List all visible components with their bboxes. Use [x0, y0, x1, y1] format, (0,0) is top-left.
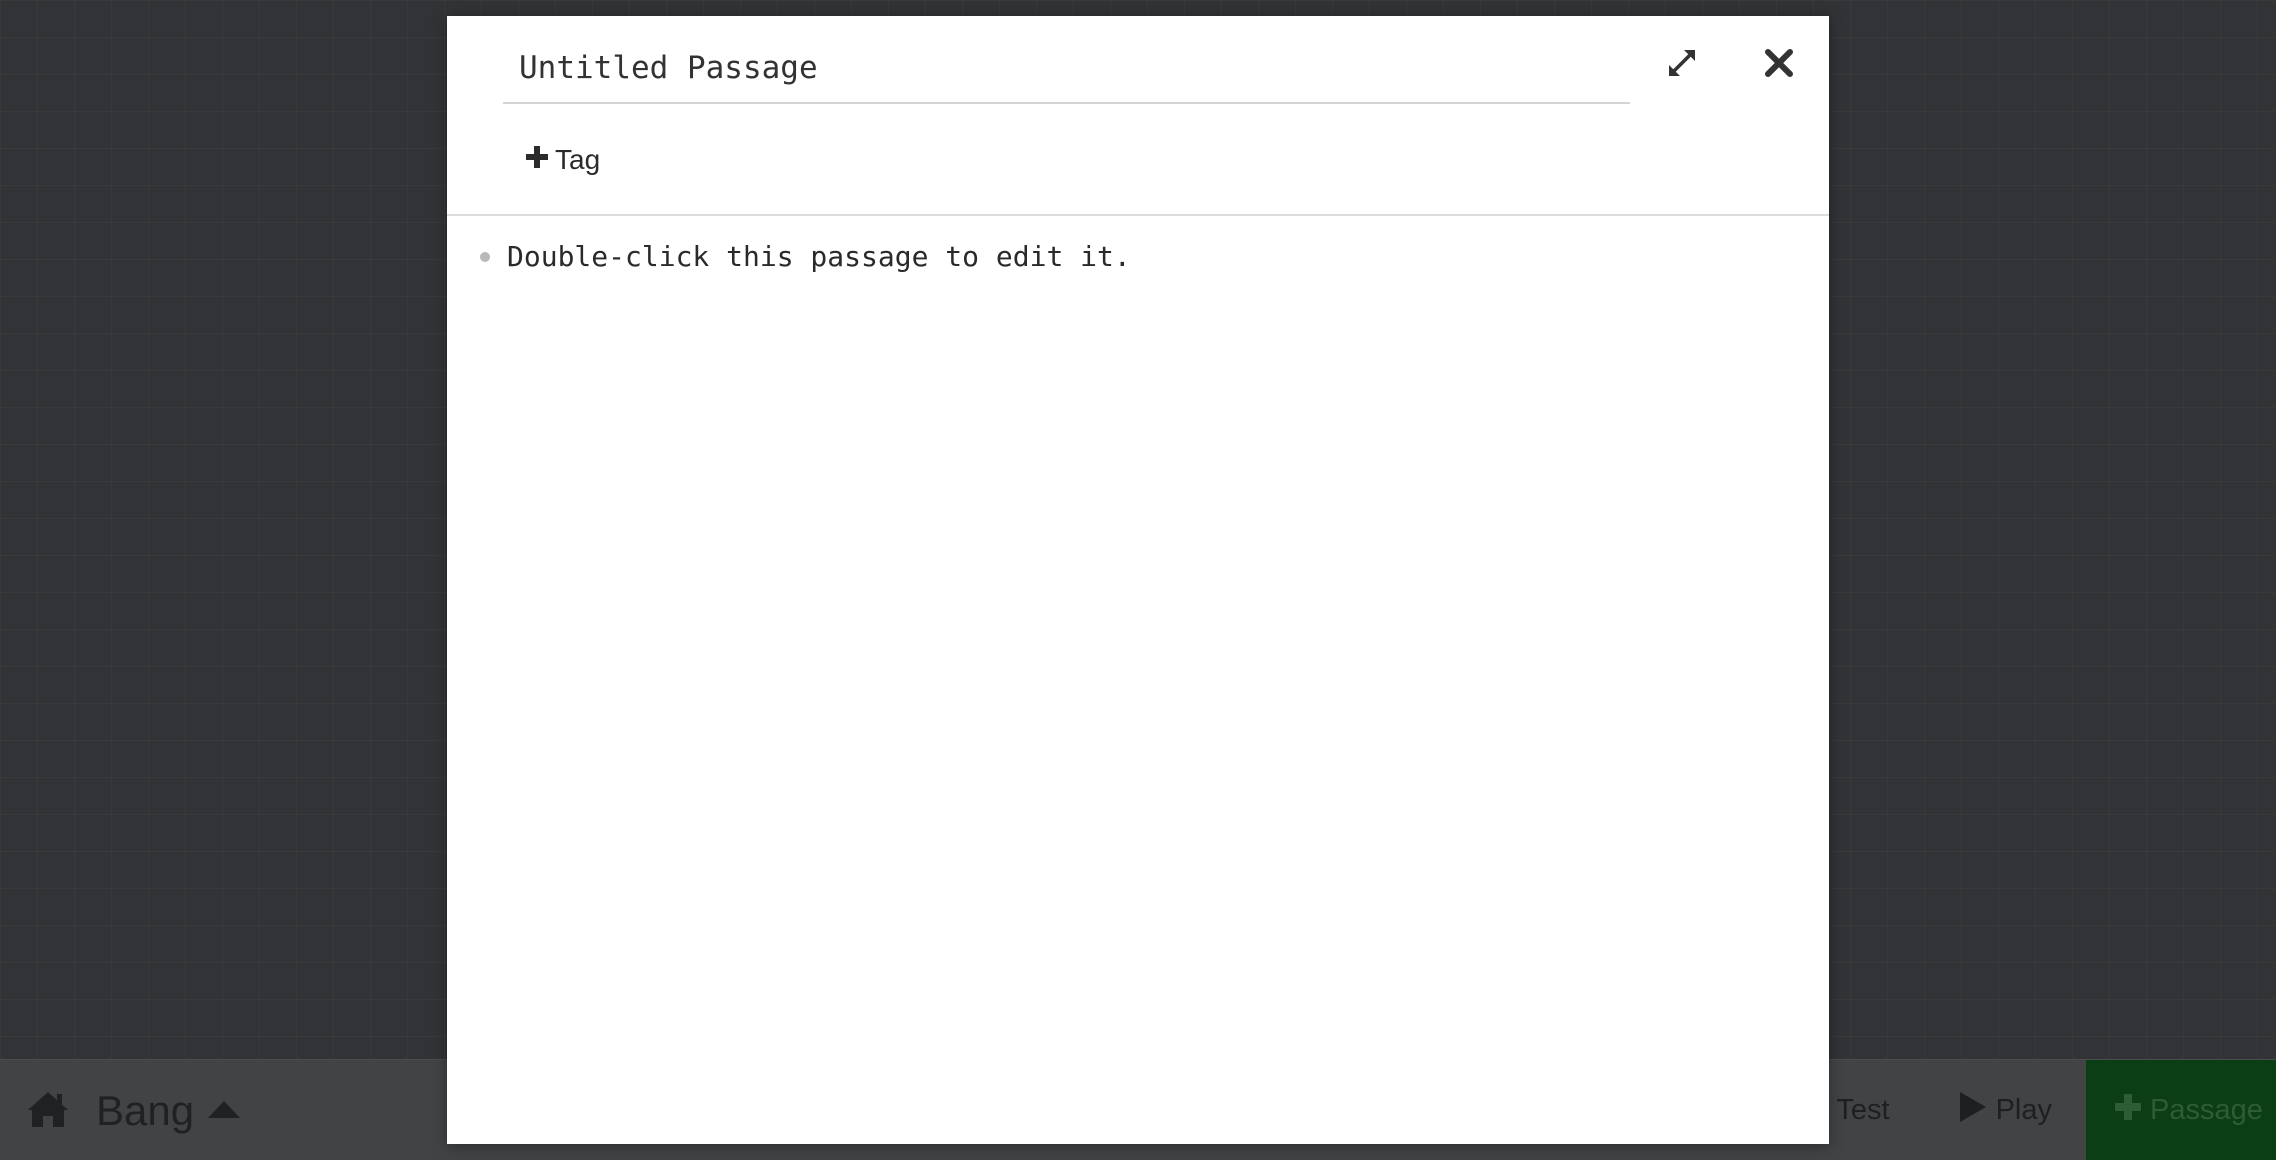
passage-body-text: Double-click this passage to edit it. — [507, 240, 1131, 273]
passage-name-input[interactable] — [503, 36, 1630, 100]
add-tag-label: Tag — [555, 144, 601, 175]
caret-up-icon — [206, 1098, 242, 1124]
passage-text-editor[interactable]: Double-click this passage to edit it. — [447, 216, 1829, 1144]
expand-icon — [1665, 46, 1699, 84]
line-marker — [480, 251, 490, 262]
play-story-button[interactable]: Play — [1928, 1060, 2086, 1160]
story-menu-button[interactable]: Bang — [96, 1087, 242, 1135]
maximize-button[interactable] — [1659, 42, 1705, 88]
new-passage-button[interactable]: Passage — [2086, 1060, 2276, 1160]
add-tag-button[interactable]: Tag — [525, 144, 600, 176]
passage-edit-dialog: Tag Double-click this passage to edit it… — [447, 16, 1829, 1144]
story-title: Bang — [96, 1086, 195, 1134]
library-button[interactable] — [26, 1089, 70, 1133]
toolbar-left-group: Bang — [26, 1060, 242, 1160]
close-icon — [1764, 48, 1794, 82]
plus-icon — [2114, 1093, 2142, 1129]
dialog-header: Tag — [447, 16, 1829, 216]
test-label: Test — [1836, 1094, 1890, 1126]
editor-line: Double-click this passage to edit it. — [480, 240, 1131, 273]
close-button[interactable] — [1756, 42, 1802, 88]
toolbar-right-group: Test Play Passage — [1774, 1060, 2276, 1160]
new-passage-label: Passage — [2150, 1094, 2263, 1126]
play-label: Play — [1995, 1094, 2052, 1126]
passage-name-field — [503, 36, 1630, 104]
home-icon — [26, 1089, 70, 1133]
plus-icon — [525, 144, 549, 176]
play-icon — [1958, 1090, 1988, 1132]
